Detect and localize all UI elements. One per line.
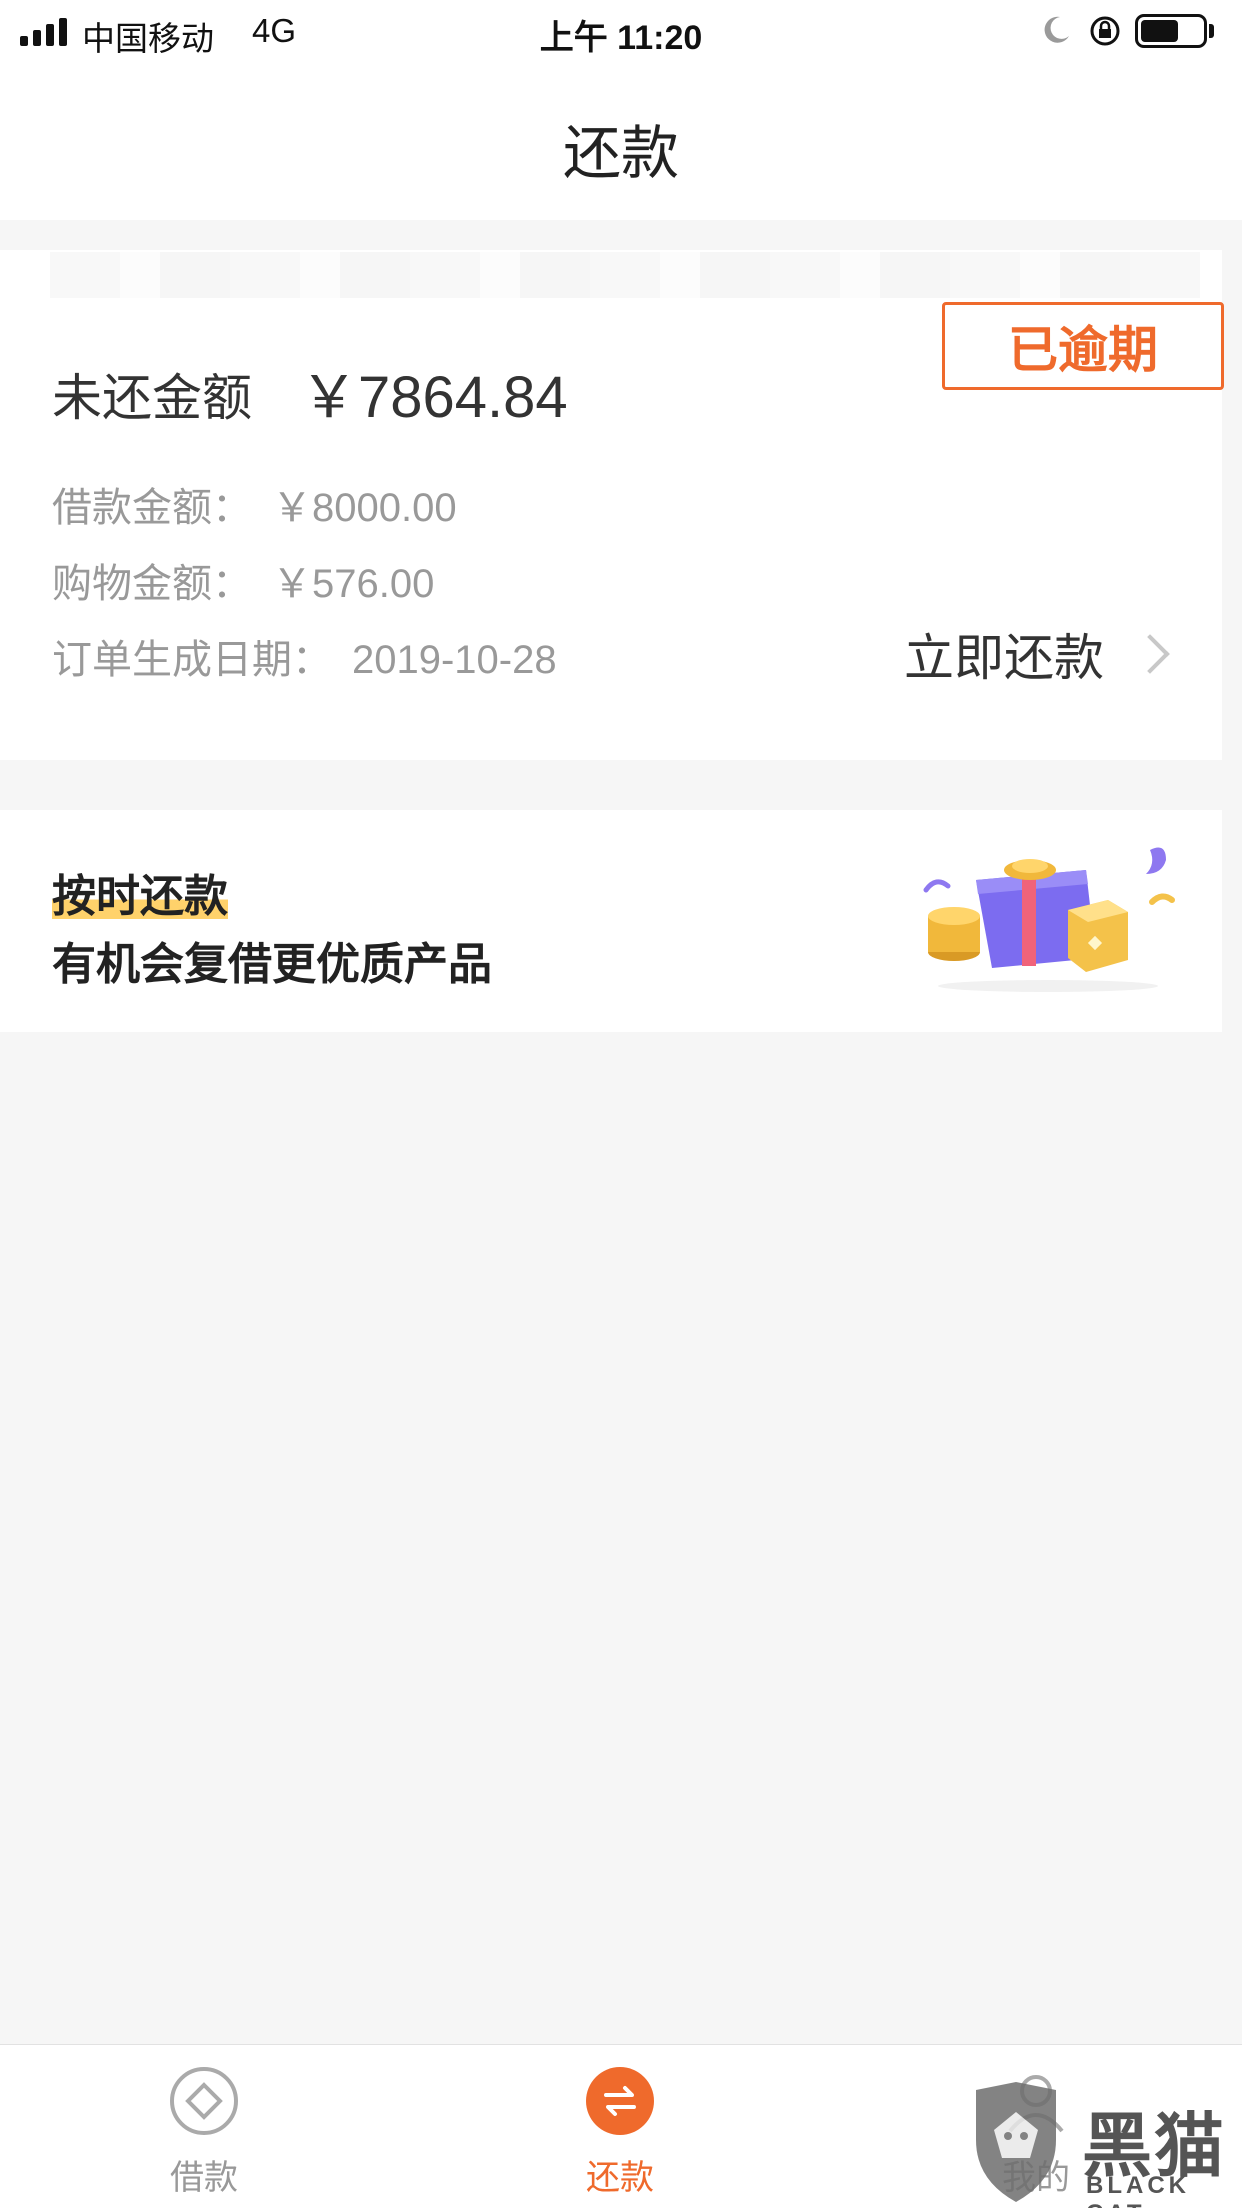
order-date-value: 2019-10-28 [352,638,557,682]
loan-amount-label: 借款金额： [52,486,252,530]
chevron-right-icon [1130,634,1170,674]
tab-repay[interactable]: 还款 [520,2045,720,2208]
loan-card: 已逾期 未还金额 ￥7864.84 借款金额： ￥8000.00 购物金额： ￥57… [0,250,1224,760]
order-date-label: 订单生成日期： [52,638,332,682]
watermark-subtext: BLACK CAT [1086,2172,1190,2208]
promo-subtitle: 有机会复借更优质产品 [52,940,492,989]
tab-borrow-label: 借款 [170,2159,238,2197]
repay-now-label: 立即还款 [904,630,1104,686]
battery-tip [1209,24,1214,38]
masked-info-strip [50,252,1200,298]
promo-title: 按时还款 [52,860,228,924]
repay-now-button[interactable]: 立即还款 [904,618,1170,690]
loan-amount-value: ￥8000.00 [272,486,457,530]
shopping-amount-label: 购物金额： [52,562,252,606]
shopping-amount-row: 购物金额： ￥576.00 [52,551,434,609]
outstanding-amount-label: 未还金额 [52,370,252,426]
outstanding-amount-value: ￥7864.84 [300,365,568,430]
rotation-lock-icon [1090,16,1120,46]
tab-borrow[interactable]: 借款 [104,2045,304,2208]
repay-icon [586,2067,654,2135]
gift-box-coins-icon [923,847,1175,992]
promo-banner[interactable]: 按时还款 有机会复借更优质产品 [0,810,1222,1032]
battery-icon [1135,14,1207,48]
page-title: 还款 [562,121,679,186]
status-bar: 中国移动 4G 上午 11:20 [0,0,1242,64]
order-date-row: 订单生成日期： 2019-10-28 [52,627,557,685]
moon-icon [1044,16,1069,43]
tab-repay-label: 还款 [586,2159,654,2197]
nav-bar: 还款 [0,64,1242,220]
overdue-status-badge: 已逾期 [942,302,1224,390]
borrow-icon [170,2067,238,2135]
shopping-amount-value: ￥576.00 [272,562,435,606]
loan-amount-row: 借款金额： ￥8000.00 [52,475,457,533]
